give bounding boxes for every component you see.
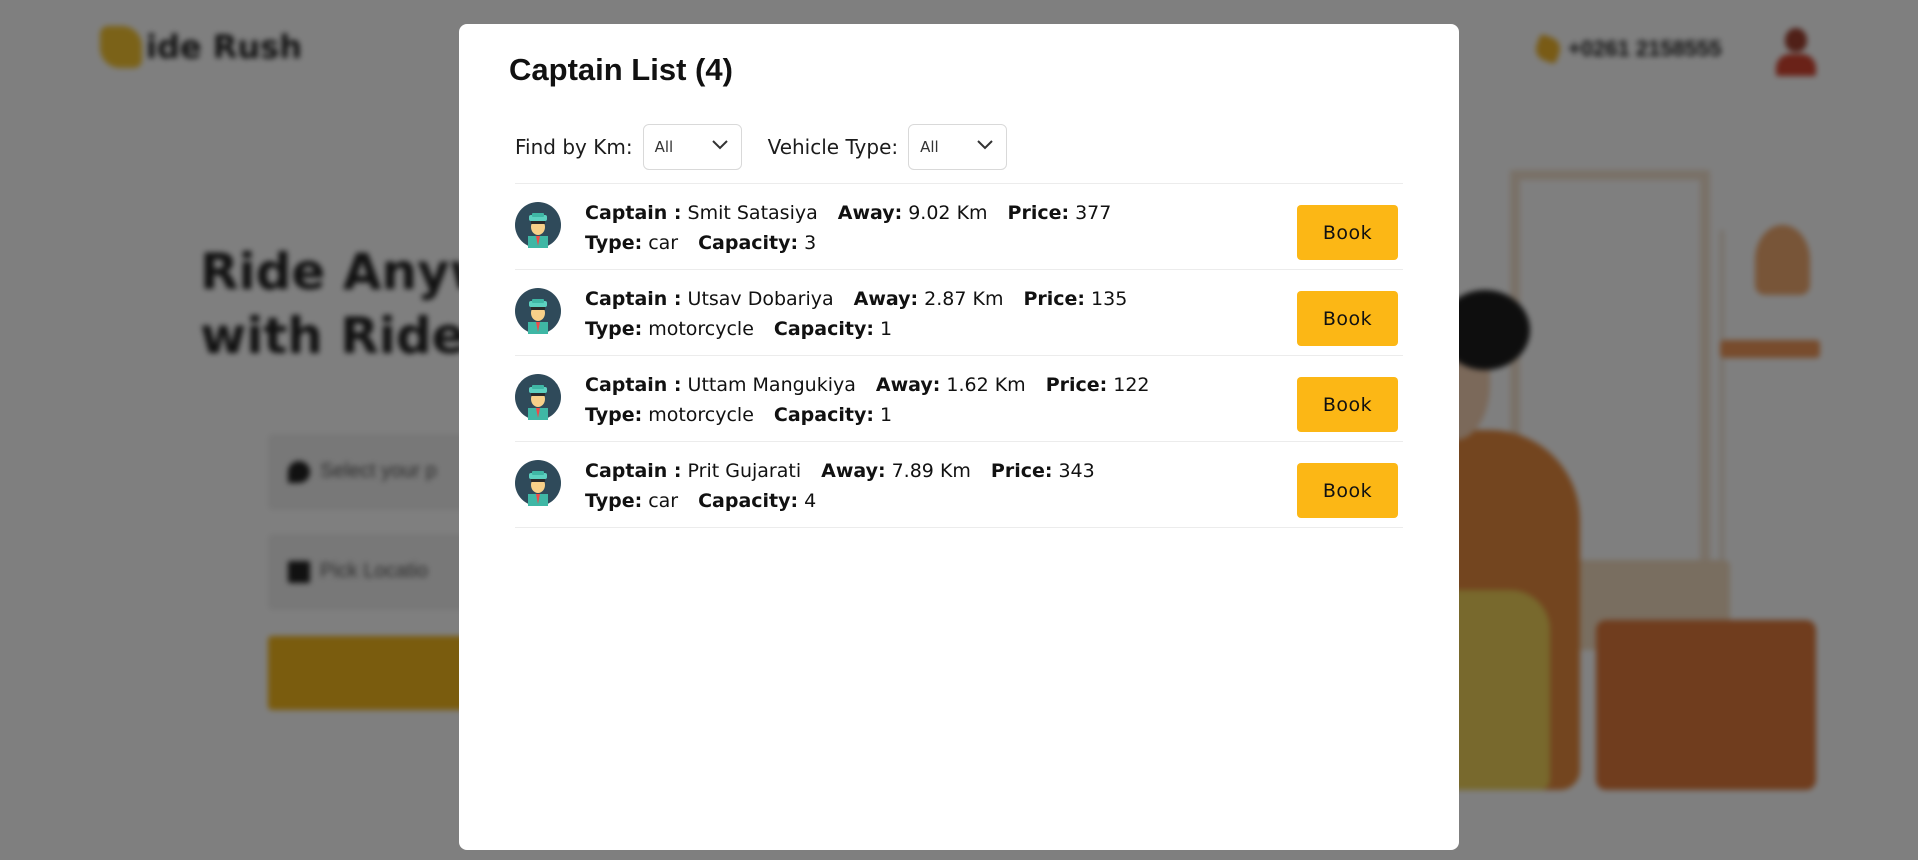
vehicle-filter-select[interactable]: All [908, 124, 1008, 170]
captain-distance: 2.87 Km [924, 288, 1004, 310]
captain-row: Captain : Prit Gujarati Away: 7.89 Km Pric… [515, 442, 1403, 528]
km-filter-label: Find by Km: [515, 135, 633, 159]
modal-title: Captain List (4) [509, 52, 733, 87]
vehicle-capacity: 4 [804, 490, 817, 512]
vehicle-filter-value: All [920, 138, 939, 156]
captain-name: Uttam Mangukiya [687, 374, 856, 396]
vehicle-capacity: 3 [804, 232, 817, 254]
captain-name: Prit Gujarati [687, 460, 802, 482]
vehicle-type: motorcycle [648, 404, 754, 426]
chevron-down-icon [711, 140, 728, 150]
captain-avatar-icon [515, 288, 561, 334]
vehicle-type: motorcycle [648, 318, 754, 340]
captain-name: Smit Satasiya [687, 202, 818, 224]
chevron-down-icon [977, 140, 993, 150]
captain-name: Utsav Dobariya [687, 288, 834, 310]
book-button[interactable]: Book [1297, 463, 1398, 518]
captain-avatar-icon [515, 460, 561, 506]
km-filter-value: All [654, 138, 674, 156]
captain-distance: 7.89 Km [891, 460, 971, 482]
vehicle-type: car [648, 490, 679, 512]
vehicle-type: car [648, 232, 679, 254]
captain-price: 343 [1058, 460, 1095, 482]
vehicle-capacity: 1 [879, 404, 893, 426]
captain-list: Captain : Smit Satasiya Away: 9.02 Km Pric… [515, 183, 1403, 528]
filter-bar: Find by Km: All Vehicle Type: All [515, 124, 1033, 170]
captain-row: Captain : Uttam Mangukiya Away: 1.62 Km Pr… [515, 356, 1403, 442]
captain-price: 377 [1075, 202, 1112, 224]
captain-row: Captain : Utsav Dobariya Away: 2.87 Km Pri… [515, 270, 1403, 356]
captain-price: 135 [1091, 288, 1128, 310]
book-button[interactable]: Book [1297, 377, 1398, 432]
km-filter-select[interactable]: All [642, 124, 742, 170]
captain-price: 122 [1113, 374, 1150, 396]
vehicle-capacity: 1 [879, 318, 893, 340]
captain-distance: 1.62 Km [946, 374, 1026, 396]
captain-avatar-icon [515, 202, 561, 248]
captain-avatar-icon [515, 374, 561, 420]
captain-distance: 9.02 Km [908, 202, 988, 224]
book-button[interactable]: Book [1297, 205, 1398, 260]
book-button[interactable]: Book [1297, 291, 1398, 346]
captain-list-modal: Captain List (4) Find by Km: All Vehicle… [459, 24, 1459, 850]
vehicle-filter-label: Vehicle Type: [767, 135, 899, 159]
captain-row: Captain : Smit Satasiya Away: 9.02 Km Pric… [515, 184, 1403, 270]
